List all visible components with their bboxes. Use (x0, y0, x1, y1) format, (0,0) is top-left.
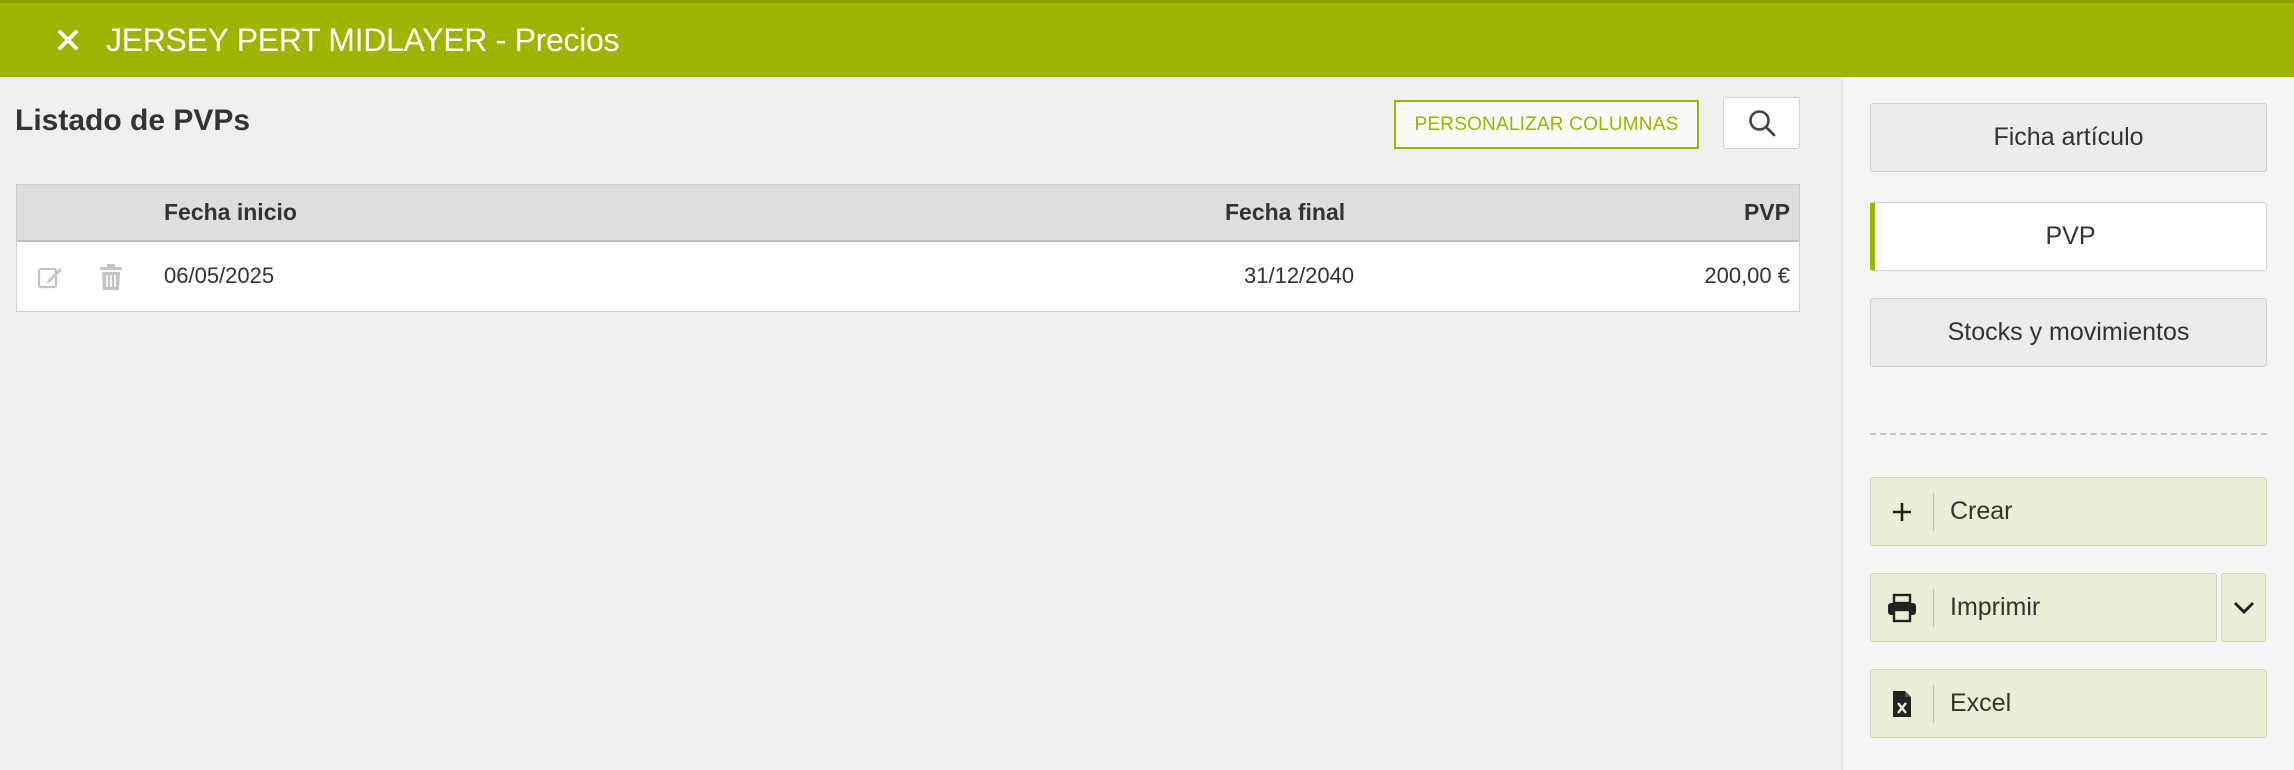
plus-icon (1871, 478, 1933, 545)
chevron-down-icon (2233, 601, 2254, 614)
list-title: Listado de PVPs (15, 104, 251, 137)
action-separator (1933, 684, 1934, 723)
nav-pvp[interactable]: PVP (1870, 202, 2267, 271)
nav-ficha-articulo[interactable]: Ficha artículo (1870, 103, 2267, 172)
sidebar-divider (1870, 433, 2267, 435)
main-panel: Listado de PVPs PERSONALIZAR COLUMNAS Fe… (0, 77, 1842, 770)
excel-label: Excel (1950, 689, 2012, 717)
crear-button[interactable]: Crear (1870, 477, 2267, 546)
column-header-fecha-inicio[interactable]: Fecha inicio (164, 199, 297, 226)
printer-icon (1871, 574, 1933, 641)
title-bar: JERSEY PERT MIDLAYER - Precios (0, 0, 2294, 77)
imprimir-dropdown-button[interactable] (2221, 573, 2266, 642)
search-icon (1748, 110, 1775, 137)
table-row[interactable]: 06/05/2025 31/12/2040 200,00 € (17, 244, 1799, 311)
close-icon (58, 30, 78, 50)
crear-label: Crear (1950, 497, 2013, 525)
imprimir-button[interactable]: Imprimir (1870, 573, 2217, 642)
action-separator (1933, 588, 1934, 627)
customize-columns-button[interactable]: PERSONALIZAR COLUMNAS (1394, 100, 1699, 149)
cell-fecha-inicio: 06/05/2025 (164, 263, 275, 288)
excel-button[interactable]: Excel (1870, 669, 2267, 738)
page-title: JERSEY PERT MIDLAYER - Precios (106, 21, 620, 58)
close-button[interactable] (44, 16, 92, 64)
nav-stocks-movimientos[interactable]: Stocks y movimientos (1870, 298, 2267, 367)
sidebar: Ficha artículo PVP Stocks y movimientos … (1842, 77, 2294, 770)
column-header-pvp[interactable]: PVP (1744, 199, 1790, 226)
search-button[interactable] (1723, 97, 1800, 149)
excel-file-icon (1871, 670, 1933, 737)
trash-icon (100, 264, 122, 290)
edit-button[interactable] (36, 263, 64, 293)
delete-button[interactable] (98, 263, 126, 293)
table-header: Fecha inicio Fecha final PVP (17, 185, 1799, 242)
column-header-fecha-final[interactable]: Fecha final (1225, 199, 1345, 226)
action-separator (1933, 492, 1934, 531)
imprimir-label: Imprimir (1950, 593, 2041, 621)
cell-pvp: 200,00 € (1704, 263, 1790, 288)
edit-icon (37, 267, 62, 289)
pvp-table: Fecha inicio Fecha final PVP 06/05/2025 (16, 184, 1800, 312)
cell-fecha-final: 31/12/2040 (1244, 263, 1355, 288)
